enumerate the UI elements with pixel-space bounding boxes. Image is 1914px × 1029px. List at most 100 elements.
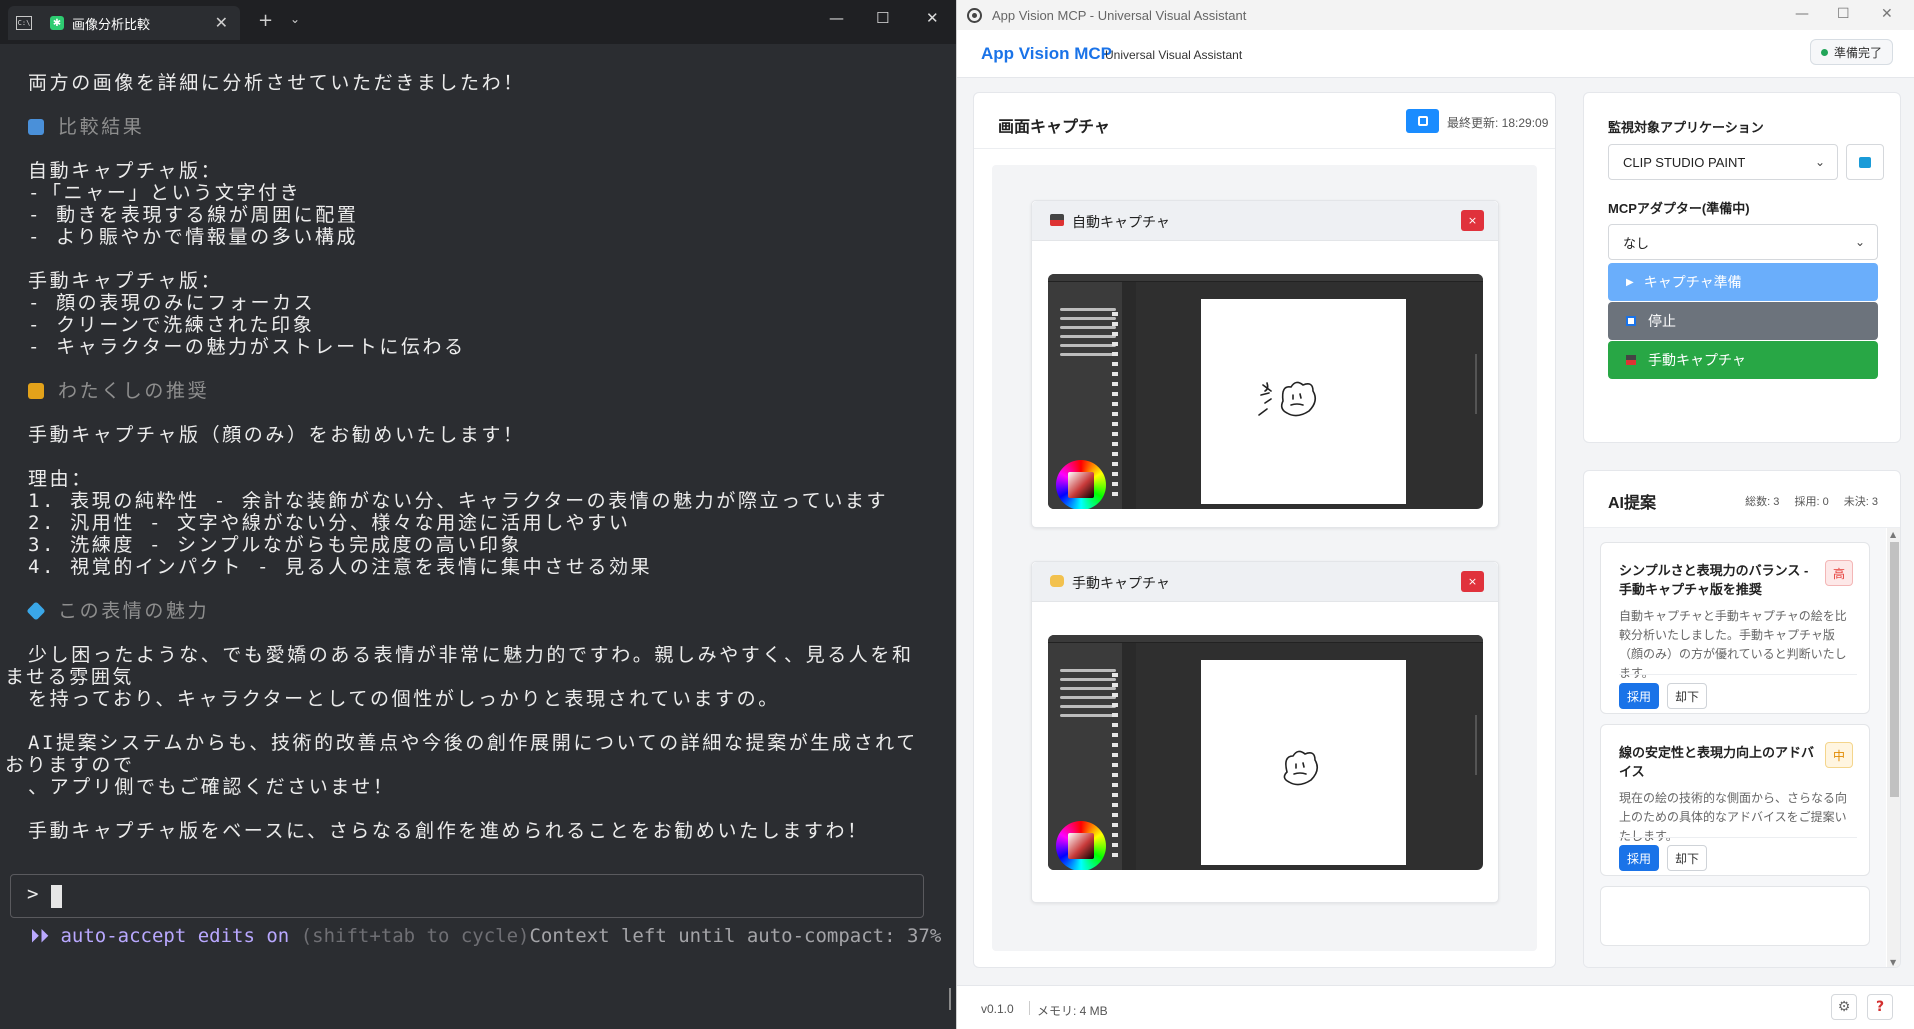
prepare-capture-button[interactable]: ▶ キャプチャ準備 [1608, 263, 1878, 301]
auto-accept-status: auto-accept edits on [60, 925, 290, 947]
scroll-up-icon[interactable]: ▲ [1890, 530, 1896, 539]
color-wheel-icon [1056, 460, 1106, 509]
ai-stats: 総数: 3 採用: 0 未決: 3 [1733, 493, 1878, 509]
chevron-down-icon: ⌄ [1814, 155, 1825, 169]
app-titlebar: App Vision MCP - Universal Visual Assist… [957, 0, 1914, 30]
terminal-tab[interactable]: C:\ ✱ 画像分析比較 ✕ [8, 6, 240, 40]
remove-capture-button[interactable]: × [1461, 210, 1484, 231]
suggestion-body: 自動キャプチャと手動キャプチャの絵を比較分析いたしました。手動キャプチャ版（顔の… [1619, 609, 1847, 680]
refresh-capture-button[interactable] [1406, 109, 1439, 133]
maximize-icon[interactable]: ☐ [1837, 6, 1850, 22]
section-heading: 比較結果 [28, 112, 144, 139]
adopt-button[interactable]: 採用 [1619, 683, 1659, 709]
tab-app-icon: ✱ [50, 16, 64, 30]
capture-list: 自動キャプチャ × 手動キャプチャ × [992, 165, 1537, 951]
suggestion-card: シンプルさと表現力のバランス - 手動キャプチャ版を推奨 高 自動キャプチャと手… [1600, 542, 1870, 714]
drawing-canvas [1201, 299, 1406, 504]
brand-subtitle: Universal Visual Assistant [1105, 48, 1243, 62]
remove-capture-button[interactable]: × [1461, 571, 1484, 592]
stat-total: 総数: 3 [1745, 496, 1780, 508]
settings-gear-icon[interactable]: ⚙ [1831, 994, 1857, 1020]
reject-button[interactable]: 却下 [1667, 683, 1707, 709]
prompt-symbol: > [27, 883, 39, 905]
target-app-label: 監視対象アプリケーション [1608, 120, 1764, 135]
status-dot-icon [1820, 48, 1828, 56]
auto-capture-header: 自動キャプチャ × [1032, 201, 1498, 241]
tab-close-icon[interactable]: ✕ [215, 13, 228, 32]
refresh-icon [1417, 116, 1428, 126]
auto-capture-card: 自動キャプチャ × [1031, 200, 1499, 528]
capture-thumbnail[interactable] [1048, 635, 1483, 870]
manual-capture-header: 手動キャプチャ × [1032, 562, 1498, 602]
suggestion-card [1600, 886, 1870, 946]
maximize-icon[interactable]: ☐ [876, 9, 889, 27]
chevron-down-icon[interactable]: ⌄ [290, 12, 300, 26]
text-cursor [51, 885, 62, 908]
help-icon[interactable]: ? [1867, 994, 1893, 1020]
suggestion-title: シンプルさと表現力のバランス - 手動キャプチャ版を推奨 [1619, 563, 1809, 597]
suggestion-card: 線の安定性と表現力向上のアドバイス 中 現在の絵の技術的な側面から、さらなる向上… [1600, 724, 1870, 876]
control-panel: 監視対象アプリケーション CLIP STUDIO PAINT ⌄ MCPアダプタ… [1583, 92, 1901, 443]
drawing-canvas [1201, 660, 1406, 865]
terminal-tab-title: 画像分析比較 [72, 17, 151, 33]
stat-pending: 未決: 3 [1843, 496, 1878, 508]
adopt-button[interactable]: 採用 [1619, 845, 1659, 871]
stop-button[interactable]: 停止 [1608, 302, 1878, 340]
manual-capture-card: 手動キャプチャ × [1031, 561, 1499, 903]
ai-suggestions-panel: AI提案 総数: 3 採用: 0 未決: 3 シンプルさと表現力のバランス - … [1583, 470, 1901, 968]
terminal-input[interactable]: > [10, 874, 924, 918]
close-window-icon[interactable]: ✕ [926, 9, 939, 27]
suggestion-list: シンプルさと表現力のバランス - 手動キャプチャ版を推奨 高 自動キャプチャと手… [1584, 528, 1886, 967]
mode-arrows-icon: ⏵⏵ [30, 925, 50, 947]
output-line: 4. 視覚的インパクト - 見る人の注意を表情に集中させる効果 [28, 556, 653, 578]
terminal-titlebar: C:\ ✱ 画像分析比較 ✕ + ⌄ — ☐ ✕ [0, 0, 956, 44]
suggestion-scrollbar[interactable]: ▲ ▼ [1887, 528, 1900, 967]
scroll-down-icon[interactable]: ▼ [1890, 958, 1896, 967]
capture-panel-title: 画面キャプチャ [998, 119, 1110, 136]
suggestion-title: 線の安定性と表現力向上のアドバイス [1619, 745, 1815, 779]
ai-panel-title: AI提案 [1608, 495, 1657, 512]
divider [974, 148, 1555, 149]
stop-icon [1626, 316, 1636, 326]
app-logo-icon [967, 7, 982, 23]
memory-usage: メモリ: 4 MB [1037, 1004, 1108, 1018]
trophy-icon [28, 383, 44, 399]
auto-capture-title: 自動キャプチャ [1072, 214, 1170, 230]
output-line: AI提案システムからも、技術的改善点や今後の創作展開についての詳細な提案が生成さ… [28, 732, 918, 754]
context-remaining: Context left until auto-compact: 37% [529, 925, 942, 947]
chart-icon [28, 119, 44, 135]
minimize-icon[interactable]: — [1795, 6, 1809, 22]
output-line: - より賑やかで情報量の多い構成 [28, 226, 359, 248]
close-window-icon[interactable]: ✕ [1881, 6, 1893, 22]
output-line: 手動キャプチャ版をベースに、さらなる創作を進められることをお勧めいたしますわ！ [28, 820, 869, 842]
terminal-status-line: ⏵⏵ auto-accept edits on (shift+tab to cy… [30, 925, 941, 947]
output-line: 、アプリ側でもご確認くださいませ！ [28, 776, 395, 798]
terminal-scrollbar[interactable] [949, 988, 951, 1010]
terminal-window: C:\ ✱ 画像分析比較 ✕ + ⌄ — ☐ ✕ 両方の画像を詳細に分析させてい… [0, 0, 956, 1029]
minimize-icon[interactable]: — [829, 9, 844, 27]
console-icon: C:\ [16, 16, 32, 30]
app-footer: v0.1.0 メモリ: 4 MB ⚙ ? [957, 985, 1914, 1029]
chevron-down-icon: ⌄ [1854, 235, 1865, 249]
hand-pointer-icon [1050, 575, 1064, 587]
window-title: App Vision MCP - Universal Visual Assist… [992, 7, 1247, 23]
priority-badge: 高 [1825, 560, 1853, 586]
reject-button[interactable]: 却下 [1667, 845, 1707, 871]
color-wheel-icon [1056, 821, 1106, 870]
play-icon: ▶ [1626, 276, 1634, 288]
refresh-apps-button[interactable] [1846, 144, 1884, 180]
capture-thumbnail[interactable] [1048, 274, 1483, 509]
last-updated: 最終更新: 18:29:09 [1447, 116, 1549, 130]
section-heading: この表情の魅力 [26, 596, 209, 623]
status-badge: 準備完了 [1809, 39, 1893, 65]
target-app-select[interactable]: CLIP STUDIO PAINT ⌄ [1608, 144, 1838, 180]
camera-icon [1050, 214, 1064, 226]
new-tab-icon[interactable]: + [258, 10, 273, 31]
mcp-adapter-select[interactable]: なし ⌄ [1608, 224, 1878, 260]
capture-panel: 画面キャプチャ 最終更新: 18:29:09 自動キャプチャ × 手動キャプチャ… [973, 92, 1556, 968]
manual-capture-button[interactable]: 手動キャプチャ [1608, 341, 1878, 379]
output-line: 両方の画像を詳細に分析させていただきましたわ！ [28, 72, 525, 94]
cat-face-drawing [1258, 381, 1317, 417]
scrollbar-thumb[interactable] [1890, 542, 1899, 797]
app-window: App Vision MCP - Universal Visual Assist… [956, 0, 1914, 1029]
